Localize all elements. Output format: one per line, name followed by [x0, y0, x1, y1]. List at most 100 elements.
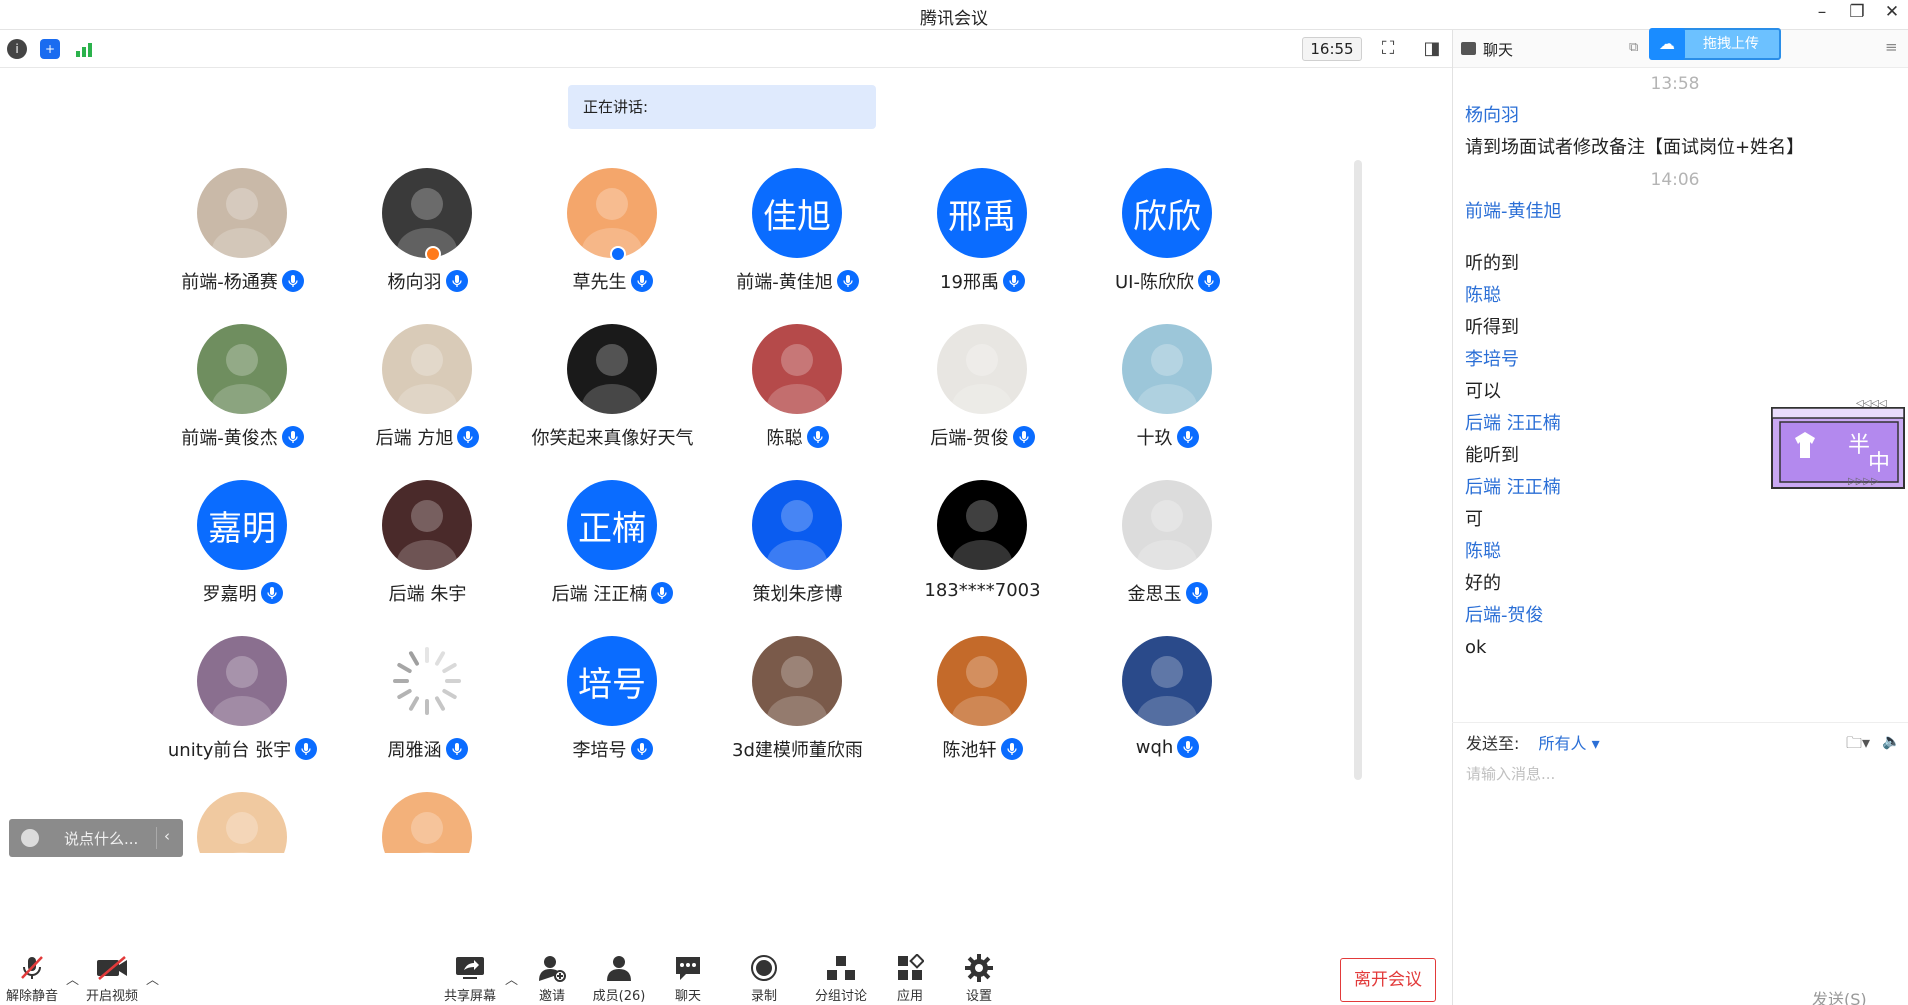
participant-tile[interactable]: 前端-黄俊杰 — [150, 324, 335, 464]
chat-header: 聊天 ☁ 拖拽上传 ⧉ ≡ — [1453, 28, 1908, 68]
popout-icon[interactable]: ⧉ — [1629, 40, 1638, 55]
participant-tile[interactable]: 183****7003 — [890, 480, 1075, 620]
settings-button[interactable]: 设置 — [944, 953, 1014, 1004]
layout-icon[interactable]: ◨ — [1420, 38, 1444, 60]
start-video-button[interactable]: 开启视频 — [77, 953, 147, 1004]
participant-name: 周雅涵 — [387, 740, 442, 761]
participant-name: 陈池轩 — [942, 740, 997, 761]
participant-tile[interactable]: 邢禹 19邢禹 — [890, 168, 1075, 308]
close-icon[interactable]: ✕ — [1880, 2, 1904, 22]
participant-tile[interactable]: 杨向羽 — [335, 168, 520, 308]
record-label: 录制 — [750, 989, 777, 1004]
participant-tile[interactable]: 策划朱彦博 — [705, 480, 890, 620]
participant-tile[interactable]: 佳旭 前端-黄佳旭 — [705, 168, 890, 308]
avatar — [752, 480, 842, 570]
invite-label: 邀请 — [538, 989, 565, 1004]
breakout-button[interactable]: 分组讨论 — [806, 953, 876, 1004]
participant-tile[interactable]: 嘉明 罗嘉明 — [150, 480, 335, 620]
avatar — [1122, 480, 1212, 570]
fullscreen-icon[interactable]: ⛶ — [1376, 38, 1400, 60]
chat-sender[interactable]: 后端-贺俊 — [1465, 604, 1885, 636]
participant-tile[interactable]: 后端 方旭 — [335, 324, 520, 464]
chat-button[interactable]: 聊天 — [653, 953, 723, 1004]
chat-message: 请到场面试者修改备注【面试岗位+姓名】 — [1465, 137, 1805, 158]
drag-upload-button[interactable]: ☁ 拖拽上传 — [1649, 28, 1781, 60]
video-options-chevron-icon[interactable]: ︿ — [146, 969, 159, 988]
participant-name-row: 后端 汪正楠 — [520, 580, 705, 606]
divider — [156, 827, 157, 849]
mic-icon — [1185, 582, 1208, 604]
grid-scrollbar[interactable] — [1354, 160, 1362, 780]
sticker-image: 半 中 ▷▷▷▷ ◁◁◁◁ — [1771, 400, 1905, 489]
folder-icon[interactable]: 🗀▾ — [1846, 732, 1870, 759]
chat-sender[interactable]: 杨向羽 — [1465, 104, 1885, 136]
chat-sender[interactable]: 前端-黄佳旭 — [1465, 200, 1885, 232]
chat-message: 听得到 — [1465, 317, 1519, 338]
avatar: 培号 — [567, 636, 657, 726]
send-button[interactable]: 发送(S) — [1812, 986, 1867, 1005]
speaker-icon[interactable]: 🔈 — [1882, 732, 1901, 750]
participant-name: wqh — [1135, 736, 1174, 758]
avatar: 佳旭 — [752, 168, 842, 258]
participant-name: 草先生 — [572, 272, 627, 293]
record-icon — [729, 953, 799, 983]
participant-tile[interactable]: wqh — [1075, 636, 1260, 776]
participant-tile[interactable] — [335, 792, 520, 853]
leave-meeting-button[interactable]: 离开会议 — [1340, 958, 1436, 1002]
mic-icon — [630, 270, 653, 292]
participant-tile[interactable]: 3d建模师董欣雨 — [705, 636, 890, 776]
reaction-placeholder: 说点什么... — [64, 830, 139, 848]
participant-name: 金思玉 — [1127, 584, 1182, 605]
chat-timestamp: 14:06 — [1650, 170, 1700, 190]
apps-button[interactable]: 应用 — [875, 953, 945, 1004]
participant-name-row: 后端 方旭 — [335, 424, 520, 450]
participant-tile[interactable]: unity前台 张宇 — [150, 636, 335, 776]
restore-icon[interactable]: ❐ — [1845, 2, 1869, 22]
participant-tile[interactable]: 十玖 — [1075, 324, 1260, 464]
participant-tile[interactable]: 周雅涵 — [335, 636, 520, 776]
unmute-button[interactable]: 解除静音 — [0, 953, 67, 1004]
participant-name: 策划朱彦博 — [752, 584, 843, 605]
invite-button[interactable]: 邀请 — [517, 953, 587, 1004]
signal-icon[interactable] — [74, 39, 94, 59]
participant-tile[interactable]: 后端 朱宇 — [335, 480, 520, 620]
invite-icon — [517, 953, 587, 983]
participant-name: 你笑起来真像好天气 — [531, 428, 694, 449]
emoji-icon[interactable] — [21, 829, 39, 847]
participant-name-row: 陈池轩 — [890, 736, 1075, 762]
gear-icon — [944, 953, 1014, 983]
mic-off-icon — [0, 953, 67, 983]
chat-sender[interactable]: 李培号 — [1465, 348, 1885, 380]
participant-tile[interactable]: 前端-杨通赛 — [150, 168, 335, 308]
participant-name-row: 183****7003 — [890, 580, 1075, 601]
participant-name: 十玖 — [1136, 428, 1173, 449]
avatar — [1122, 636, 1212, 726]
participant-tile[interactable]: 草先生 — [520, 168, 705, 308]
info-icon[interactable]: i — [7, 39, 27, 59]
participant-tile[interactable]: 陈聪 — [705, 324, 890, 464]
members-button[interactable]: 成员(26) — [584, 953, 654, 1004]
participant-name-row: 周雅涵 — [335, 736, 520, 762]
send-to-dropdown[interactable]: 所有人 ▾ — [1539, 734, 1600, 753]
participant-tile[interactable]: 陈池轩 — [890, 636, 1075, 776]
participant-tile[interactable]: 培号 李培号 — [520, 636, 705, 776]
chat-sender[interactable]: 陈聪 — [1465, 284, 1885, 316]
chat-input[interactable]: 请输入消息... — [1466, 763, 1555, 784]
participant-tile[interactable]: 你笑起来真像好天气 — [520, 324, 705, 464]
menu-icon[interactable]: ≡ — [1885, 38, 1898, 56]
participant-name: 罗嘉明 — [202, 584, 257, 605]
chat-message: 可 — [1465, 509, 1483, 530]
avatar — [382, 636, 472, 726]
chat-sender[interactable]: 陈聪 — [1465, 540, 1885, 572]
minimize-icon[interactable]: – — [1810, 2, 1834, 22]
collapse-arrow-icon[interactable]: ‹ — [164, 827, 170, 845]
participant-tile[interactable]: 金思玉 — [1075, 480, 1260, 620]
shield-icon[interactable]: + — [40, 39, 60, 59]
share-screen-button[interactable]: 共享屏幕 — [435, 953, 505, 1004]
participant-tile[interactable]: 正楠 后端 汪正楠 — [520, 480, 705, 620]
reaction-box[interactable]: 说点什么... ‹ — [9, 819, 183, 857]
record-button[interactable]: 录制 — [729, 953, 799, 1004]
participant-name: 19邢禹 — [940, 272, 999, 293]
participant-tile[interactable]: 欣欣 UI-陈欣欣 — [1075, 168, 1260, 308]
participant-tile[interactable]: 后端-贺俊 — [890, 324, 1075, 464]
